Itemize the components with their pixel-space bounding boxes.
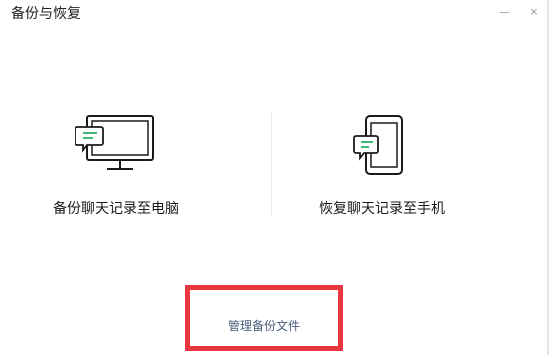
backup-restore-window: 备份与恢复 × 备份聊天记录至电脑 恢复聊天记录至手机 管理备份文件: [0, 0, 549, 355]
restore-to-phone-option[interactable]: 恢复聊天记录至手机: [302, 110, 462, 219]
backup-to-pc-label: 备份聊天记录至电脑: [53, 201, 179, 217]
backup-to-pc-option[interactable]: 备份聊天记录至电脑: [36, 110, 196, 219]
options-divider: [271, 113, 272, 215]
window-controls: ×: [489, 0, 549, 22]
monitor-chat-icon: [75, 110, 157, 180]
minimize-icon: [499, 11, 509, 13]
window-title: 备份与恢复: [11, 6, 81, 22]
close-button[interactable]: ×: [519, 0, 549, 22]
minimize-button[interactable]: [489, 0, 519, 22]
phone-chat-icon: [352, 110, 412, 180]
manage-backup-files-link[interactable]: 管理备份文件: [228, 317, 300, 334]
restore-to-phone-label: 恢复聊天记录至手机: [319, 201, 445, 217]
close-icon: ×: [529, 4, 539, 18]
manage-backup-highlight: 管理备份文件: [185, 285, 343, 351]
